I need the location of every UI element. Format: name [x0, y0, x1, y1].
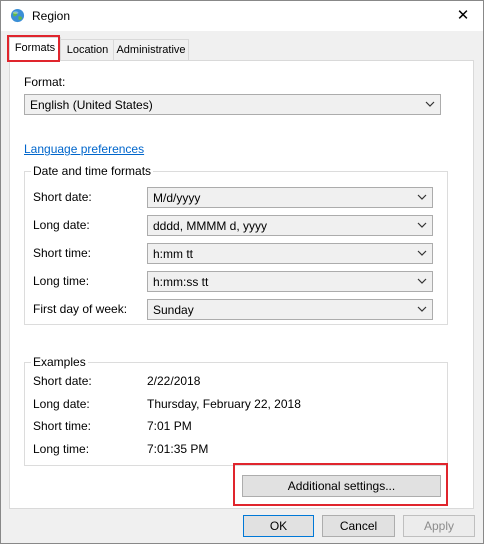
- formats-panel: Format: English (United States) Language…: [9, 60, 474, 509]
- format-value: English (United States): [30, 98, 153, 112]
- example-short-time-value: 7:01 PM: [147, 419, 192, 433]
- long-time-dropdown[interactable]: h:mm:ss tt: [147, 271, 433, 292]
- long-date-value: dddd, MMMM d, yyyy: [153, 219, 268, 233]
- long-date-label: Long date:: [33, 218, 90, 232]
- example-long-date-label: Long date:: [33, 397, 90, 411]
- format-dropdown[interactable]: English (United States): [24, 94, 441, 115]
- chevron-down-icon: [417, 194, 427, 200]
- tab-location[interactable]: Location: [60, 39, 115, 61]
- chevron-down-icon: [417, 250, 427, 256]
- tab-location-label: Location: [66, 44, 109, 56]
- short-time-value: h:mm tt: [153, 247, 194, 261]
- cancel-button[interactable]: Cancel: [322, 515, 395, 537]
- close-icon: ✕: [456, 7, 470, 24]
- example-long-time-value: 7:01:35 PM: [147, 442, 209, 456]
- example-long-time-label: Long time:: [33, 442, 90, 456]
- window-title: Region: [32, 9, 71, 23]
- short-date-dropdown[interactable]: M/d/yyyy: [147, 187, 433, 208]
- title-bar: Region ✕: [1, 1, 483, 31]
- short-time-label: Short time:: [33, 246, 92, 260]
- globe-icon: [10, 8, 25, 23]
- region-dialog: Region ✕ Formats Location Administrative…: [0, 0, 484, 544]
- long-date-dropdown[interactable]: dddd, MMMM d, yyyy: [147, 215, 433, 236]
- tab-formats[interactable]: Formats: [9, 37, 61, 61]
- ok-button[interactable]: OK: [243, 515, 314, 537]
- first-day-of-week-dropdown[interactable]: Sunday: [147, 299, 433, 320]
- chevron-down-icon: [425, 101, 435, 107]
- long-time-value: h:mm:ss tt: [153, 275, 209, 289]
- date-time-formats-title: Date and time formats: [31, 164, 154, 178]
- first-day-of-week-label: First day of week:: [33, 302, 128, 316]
- short-date-value: M/d/yyyy: [153, 191, 201, 205]
- short-time-dropdown[interactable]: h:mm tt: [147, 243, 433, 264]
- apply-button[interactable]: Apply: [403, 515, 475, 537]
- language-preferences-link[interactable]: Language preferences: [24, 142, 144, 156]
- long-time-label: Long time:: [33, 274, 90, 288]
- example-short-date-label: Short date:: [33, 374, 92, 388]
- example-short-date-value: 2/22/2018: [147, 374, 201, 388]
- tab-administrative-label: Administrative: [116, 44, 186, 56]
- examples-title: Examples: [31, 355, 88, 369]
- chevron-down-icon: [417, 278, 427, 284]
- close-button[interactable]: ✕: [443, 1, 483, 31]
- chevron-down-icon: [417, 306, 427, 312]
- format-label: Format:: [24, 75, 66, 89]
- short-date-label: Short date:: [33, 190, 92, 204]
- additional-settings-button[interactable]: Additional settings...: [242, 475, 441, 497]
- tab-administrative[interactable]: Administrative: [113, 39, 189, 61]
- example-short-time-label: Short time:: [33, 419, 92, 433]
- chevron-down-icon: [417, 222, 427, 228]
- first-day-of-week-value: Sunday: [153, 303, 194, 317]
- example-long-date-value: Thursday, February 22, 2018: [147, 397, 301, 411]
- tab-formats-label: Formats: [14, 42, 56, 54]
